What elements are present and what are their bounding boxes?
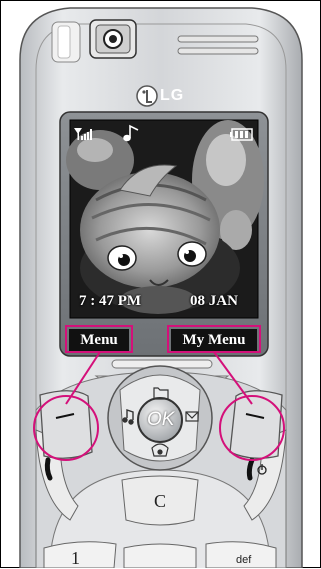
clear-key-label[interactable]: C	[154, 491, 166, 512]
right-softkey-label[interactable]: My Menu	[171, 329, 257, 351]
brand-logo-text: LG	[160, 87, 185, 104]
phone-diagram: LG 7 : 47 PM 08 JAN Menu My Menu OK C 1 …	[0, 0, 321, 568]
key-3-label[interactable]: def	[236, 554, 251, 566]
right-softkey	[229, 390, 283, 459]
key-1-label[interactable]: 1	[71, 548, 80, 569]
ok-key-label[interactable]: OK	[147, 409, 174, 431]
clock-time: 7 : 47 PM	[79, 293, 142, 309]
calendar-date: 08 JAN	[190, 293, 238, 309]
lg-logo	[136, 85, 158, 107]
left-softkey-label[interactable]: Menu	[69, 329, 129, 351]
camera-icon	[89, 19, 137, 59]
